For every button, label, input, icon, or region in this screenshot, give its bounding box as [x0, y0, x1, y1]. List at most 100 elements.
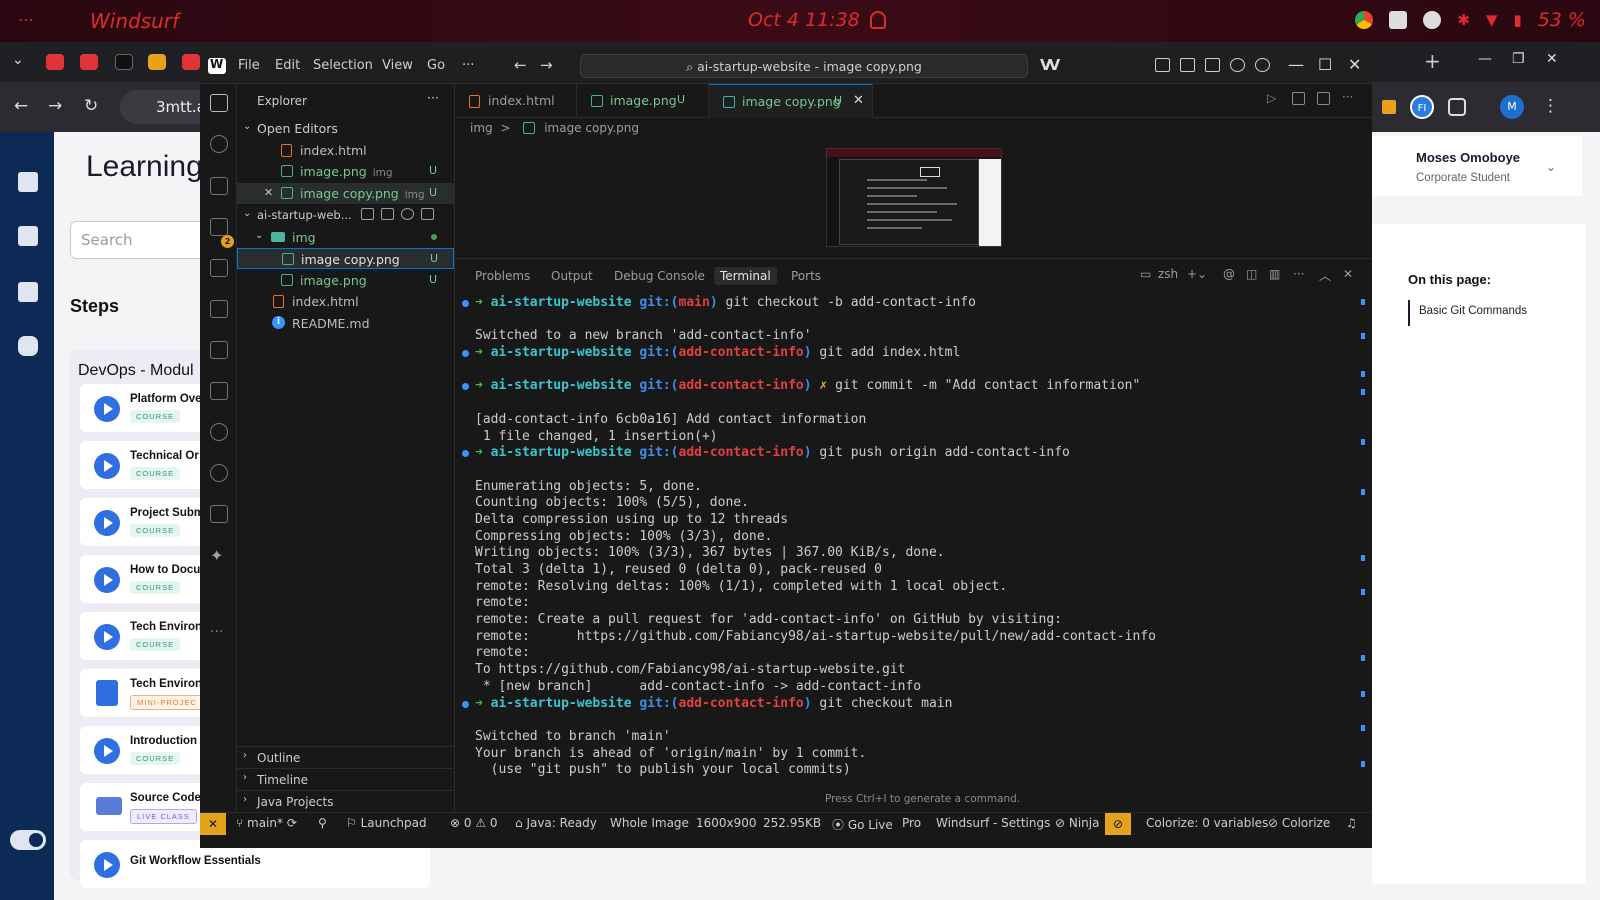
hierarchy-icon[interactable]	[18, 282, 38, 302]
colorize-variables[interactable]: Colorize: 0 variables	[1146, 816, 1268, 830]
remote-explorer-icon[interactable]	[210, 300, 228, 318]
close-icon[interactable]: ✕	[1546, 51, 1558, 67]
open-editor-item[interactable]: image.png img U	[237, 161, 454, 182]
project-folder-header[interactable]: ⌄ ai-startup-web...	[237, 205, 454, 226]
notification-bell-icon[interactable]	[870, 11, 886, 29]
account-icon[interactable]	[1255, 58, 1270, 72]
wifi-icon[interactable]: ▼	[1486, 11, 1498, 29]
ninja-item[interactable]: ⊘ Ninja	[1055, 816, 1099, 830]
explorer-more-icon[interactable]: ···	[427, 90, 439, 105]
toggle-panel-icon[interactable]	[1180, 58, 1195, 72]
messages-icon[interactable]	[18, 226, 38, 246]
file-item[interactable]: image.png U	[237, 270, 454, 291]
split-editor-icon[interactable]	[1317, 92, 1330, 105]
settings-gear-icon[interactable]	[1230, 58, 1245, 72]
tab-list-chevron-icon[interactable]: ⌄	[12, 52, 24, 68]
trash-icon[interactable]: ▥	[1269, 267, 1280, 281]
module-title[interactable]: DevOps - Modul	[78, 362, 194, 380]
chrome-icon[interactable]	[1355, 11, 1374, 29]
split-terminal-icon[interactable]: ◫	[1246, 267, 1257, 281]
menu-selection[interactable]: Selection	[313, 58, 373, 73]
close-tab-icon[interactable]: ✕	[853, 93, 864, 108]
breadcrumb-folder[interactable]: img	[470, 121, 493, 135]
browser-tab-icon[interactable]	[80, 54, 98, 70]
extension-avatar-icon[interactable]: FI	[1410, 95, 1434, 119]
close-editor-icon[interactable]: ✕	[264, 186, 273, 199]
gauge-icon[interactable]	[1423, 11, 1442, 29]
tab-image-png[interactable]: image.png U	[577, 84, 709, 118]
maximize-panel-icon[interactable]: ︿	[1319, 267, 1331, 284]
maximize-icon[interactable]: ❐	[1512, 51, 1525, 67]
timeline-section[interactable]: › Timeline	[237, 768, 454, 790]
collapse-all-icon[interactable]	[421, 208, 434, 220]
minimize-icon[interactable]: —	[1478, 51, 1492, 67]
more-icon[interactable]: ···	[1293, 267, 1304, 281]
testing-icon[interactable]	[210, 382, 228, 400]
window-close-icon[interactable]: ✕	[1348, 55, 1361, 74]
outline-section[interactable]: › Outline	[237, 746, 454, 768]
database-icon[interactable]	[210, 505, 228, 523]
close-panel-icon[interactable]: ✕	[1343, 267, 1353, 281]
toggle-secondary-sidebar-icon[interactable]	[1205, 58, 1220, 72]
command-decoration-dot[interactable]	[462, 700, 469, 708]
toggle-sidebar-icon[interactable]	[1155, 58, 1170, 72]
at-icon[interactable]: @	[1223, 267, 1235, 281]
tab-problems[interactable]: Problems	[475, 269, 530, 283]
tab-terminal[interactable]: Terminal	[714, 267, 777, 285]
extensions-icon[interactable]	[210, 341, 228, 359]
nav-back-icon[interactable]: ←	[514, 56, 527, 74]
menu-edit[interactable]: Edit	[275, 58, 300, 73]
dashboard-icon[interactable]	[18, 172, 38, 192]
on-this-page-link[interactable]: Basic Git Commands	[1408, 300, 1527, 326]
command-decoration-dot[interactable]	[462, 350, 469, 358]
nav-forward-icon[interactable]: →	[540, 56, 553, 74]
shell-name[interactable]: zsh	[1158, 267, 1178, 281]
tab-output[interactable]: Output	[551, 269, 593, 283]
java-status[interactable]: ⌂ Java: Ready	[515, 816, 597, 830]
browser-menu-icon[interactable]: ⋮	[1542, 96, 1559, 116]
timeline-icon[interactable]	[210, 423, 228, 441]
notifications-bell-icon[interactable]: ♫	[1346, 816, 1357, 830]
image-preview[interactable]	[826, 148, 1002, 247]
more-views-icon[interactable]: ···	[210, 624, 223, 640]
activities-dots[interactable]: ⋯	[18, 10, 35, 29]
browser-tab-icon[interactable]	[148, 54, 166, 70]
command-decoration-dot[interactable]	[462, 300, 469, 307]
browser-tab-icon[interactable]	[115, 54, 133, 70]
launchpad-item[interactable]: ⚐ Launchpad	[346, 816, 427, 830]
pin-icon[interactable]	[210, 218, 228, 236]
source-control-icon[interactable]	[210, 177, 228, 195]
run-icon[interactable]: ▷	[1267, 92, 1280, 105]
windsurf-wave-icon[interactable]: VV	[1040, 56, 1060, 74]
folder-img[interactable]: ⌄ img	[237, 227, 454, 248]
window-minimize-icon[interactable]: —	[1288, 55, 1304, 74]
remote-icon[interactable]: ✕	[200, 813, 226, 835]
breadcrumb-file[interactable]: image copy.png	[544, 121, 639, 135]
youtube-tab-icon[interactable]	[182, 54, 200, 70]
tab-image-copy-png[interactable]: image copy.png U ✕	[709, 84, 873, 118]
chevron-down-icon[interactable]: ⌄	[1546, 160, 1556, 174]
window-maximize-icon[interactable]: ☐	[1318, 55, 1332, 74]
battery-icon[interactable]: ▮	[1513, 11, 1521, 29]
new-terminal-icon[interactable]: +⌄	[1187, 267, 1207, 281]
whole-image-button[interactable]: Whole Image	[610, 816, 689, 830]
reload-icon[interactable]: ↻	[84, 96, 98, 116]
windsurf-settings-button[interactable]: Windsurf - Settings	[936, 816, 1050, 830]
pro-badge[interactable]: Pro	[902, 816, 921, 830]
back-icon[interactable]: ←	[14, 96, 28, 116]
new-file-icon[interactable]	[361, 208, 374, 220]
command-decoration-dot[interactable]	[462, 383, 469, 391]
extensions-icon[interactable]	[1448, 98, 1466, 116]
search-icon[interactable]	[210, 135, 228, 153]
clock[interactable]: Oct 4 11:38	[748, 9, 860, 31]
theme-toggle[interactable]	[10, 830, 46, 850]
new-tab-button[interactable]: +	[1424, 49, 1441, 73]
command-center-search[interactable]: ⌕ ai-startup-website - image copy.png	[580, 54, 1028, 78]
more-actions-icon[interactable]: ···	[1342, 91, 1355, 105]
colorize-toggle[interactable]: ⊘ Colorize	[1268, 816, 1330, 830]
menu-view[interactable]: View	[382, 58, 413, 73]
live-share-icon[interactable]	[210, 464, 228, 482]
file-item-selected[interactable]: image copy.png U	[237, 248, 454, 269]
menu-file[interactable]: File	[238, 58, 260, 73]
explorer-icon[interactable]	[210, 94, 228, 112]
